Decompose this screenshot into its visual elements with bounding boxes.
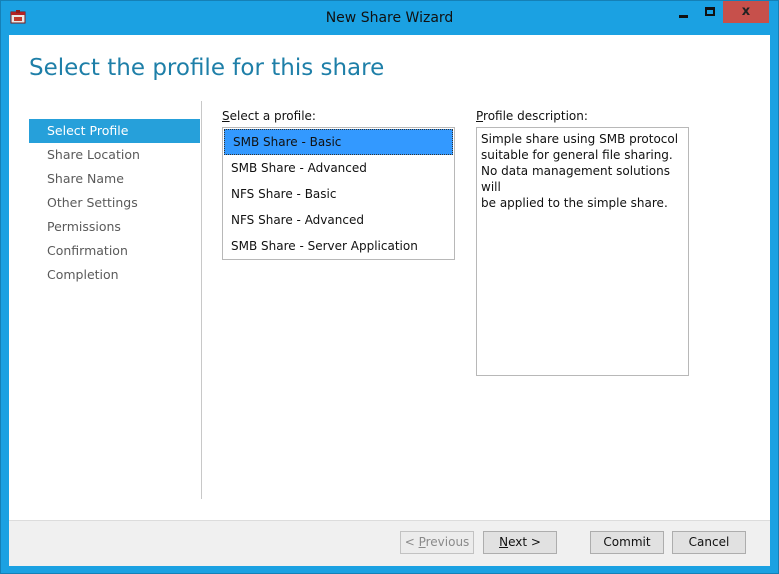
description-line: No data management solutions will bbox=[481, 164, 670, 194]
wizard-client-area: Select the profile for this share Select… bbox=[9, 35, 770, 566]
close-icon: x bbox=[741, 4, 751, 19]
next-button-accelerator: N bbox=[499, 535, 509, 549]
description-line: Simple share using SMB protocol bbox=[481, 132, 679, 146]
nav-step-select-profile[interactable]: Select Profile bbox=[29, 119, 200, 143]
nav-step-permissions[interactable]: Permissions bbox=[29, 215, 200, 239]
close-button[interactable]: x bbox=[723, 1, 769, 23]
profile-item-smb-server-application[interactable]: SMB Share - Server Application bbox=[223, 233, 454, 259]
nav-step-other-settings[interactable]: Other Settings bbox=[29, 191, 200, 215]
profile-item-smb-basic[interactable]: SMB Share - Basic bbox=[224, 129, 453, 155]
profile-listbox[interactable]: SMB Share - Basic SMB Share - Advanced N… bbox=[222, 127, 455, 260]
select-profile-label: Select a profile: bbox=[222, 109, 316, 123]
cancel-button[interactable]: Cancel bbox=[672, 531, 746, 554]
maximize-button[interactable] bbox=[697, 1, 723, 23]
nav-step-completion[interactable]: Completion bbox=[29, 263, 200, 287]
previous-button-prefix: < bbox=[404, 535, 419, 549]
next-button-label: ext > bbox=[508, 535, 541, 549]
nav-divider bbox=[201, 101, 202, 499]
next-button[interactable]: Next > bbox=[483, 531, 557, 554]
minimize-button[interactable] bbox=[671, 1, 697, 23]
page-title: Select the profile for this share bbox=[29, 55, 385, 81]
previous-button[interactable]: < Previous bbox=[400, 531, 474, 554]
nav-step-share-name[interactable]: Share Name bbox=[29, 167, 200, 191]
profile-description-box[interactable]: Simple share using SMB protocol suitable… bbox=[476, 127, 689, 376]
maximize-icon bbox=[705, 7, 715, 16]
profile-item-nfs-basic[interactable]: NFS Share - Basic bbox=[223, 181, 454, 207]
profile-item-smb-advanced[interactable]: SMB Share - Advanced bbox=[223, 155, 454, 181]
previous-button-label: revious bbox=[425, 535, 470, 549]
profile-description-label-text: rofile description: bbox=[483, 109, 588, 123]
description-line: be applied to the simple share. bbox=[481, 196, 668, 210]
previous-button-accelerator: P bbox=[418, 535, 426, 549]
select-profile-label-text: elect a profile: bbox=[229, 109, 316, 123]
wizard-footer: < Previous Next > Commit Cancel bbox=[9, 520, 770, 566]
nav-step-confirmation[interactable]: Confirmation bbox=[29, 239, 200, 263]
select-profile-label-accelerator: S bbox=[222, 109, 230, 123]
wizard-step-nav: Select Profile Share Location Share Name… bbox=[29, 119, 200, 287]
commit-button[interactable]: Commit bbox=[590, 531, 664, 554]
description-line: suitable for general file sharing. bbox=[481, 148, 673, 162]
profile-description-label-accelerator: P bbox=[476, 109, 484, 123]
title-bar[interactable]: New Share Wizard x bbox=[1, 1, 778, 35]
minimize-icon bbox=[679, 15, 688, 18]
profile-item-nfs-advanced[interactable]: NFS Share - Advanced bbox=[223, 207, 454, 233]
share-wizard-app-icon bbox=[10, 10, 26, 24]
profile-description-label: Profile description: bbox=[476, 109, 588, 123]
window-title: New Share Wizard bbox=[325, 10, 454, 26]
nav-step-share-location[interactable]: Share Location bbox=[29, 143, 200, 167]
wizard-window: New Share Wizard x Select the profile fo… bbox=[0, 0, 779, 574]
